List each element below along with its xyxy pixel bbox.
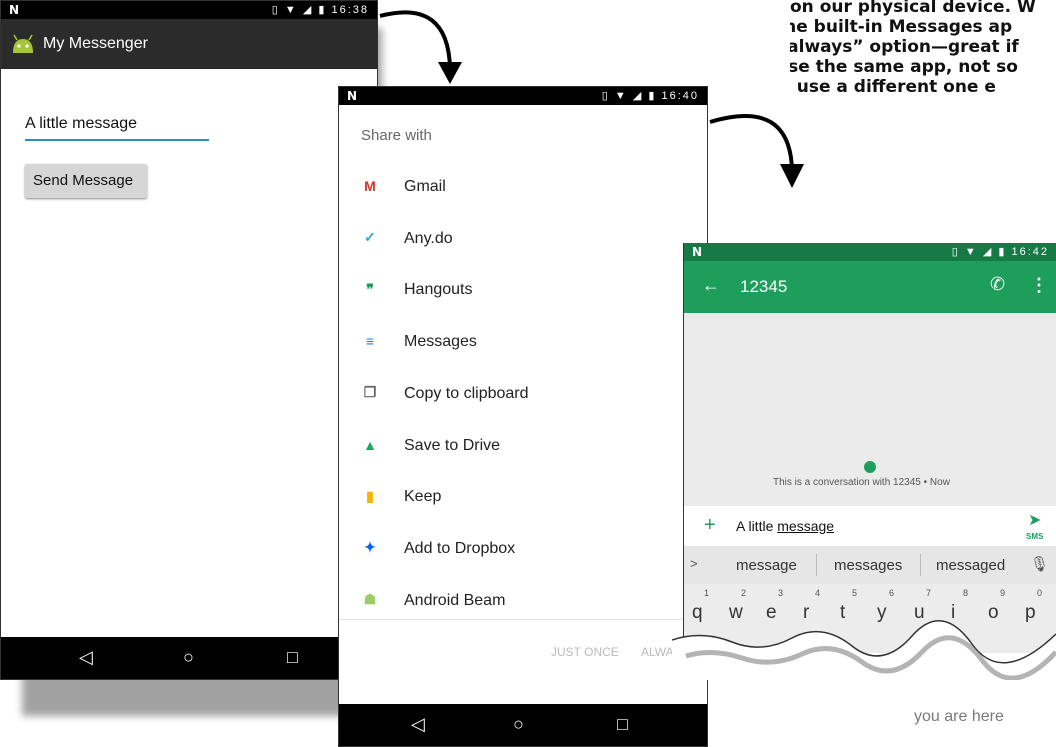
status-bar: N ▯ ▼ ◢ ▮ 16:40	[339, 87, 707, 105]
app-title: My Messenger	[43, 35, 148, 52]
compose-input[interactable]: A little message	[736, 518, 834, 534]
compose-text: A little	[736, 518, 778, 534]
contact-avatar-icon	[864, 461, 876, 473]
status-icons: ▯ ▼ ◢ ▮ 16:38	[271, 4, 369, 16]
annotation-line-3: “always” option—great if	[790, 37, 1019, 57]
status-time: 16:42	[1011, 246, 1049, 258]
share-list: M Gmail ✓ Any.do ❞ Hangouts ≡ Messages ❐ Copy to …	[339, 163, 707, 633]
dropbox-icon: ✦	[364, 539, 376, 556]
app-bar: My Messenger	[1, 19, 377, 69]
share-item-save-to-drive[interactable]: ▲ Save to Drive	[339, 422, 707, 474]
add-attachment-icon[interactable]: +	[704, 514, 716, 537]
compose-underlined-word: message	[777, 518, 835, 534]
status-icons: ▯ ▼ ◢ ▮ 16:42	[951, 246, 1049, 258]
torn-edge	[672, 620, 1056, 680]
share-item-keep[interactable]: ▮ Keep	[339, 473, 707, 525]
conversation-app-bar: ← 12345 ✆ ⋮	[684, 261, 1056, 313]
annotation-line-4: use the same app, not so	[790, 57, 1018, 77]
phone-2-screen: N ▯ ▼ ◢ ▮ 16:40 Share with M Gmail ✓ Any.do…	[338, 86, 708, 747]
annotation-line-1: on our physical device. W	[790, 0, 1036, 17]
share-actions: JUST ONCE ALWAYS	[339, 619, 707, 706]
just-once-button[interactable]: JUST ONCE	[551, 645, 619, 659]
share-item-any-do[interactable]: ✓ Any.do	[339, 215, 707, 267]
share-item-label: Add to Dropbox	[404, 539, 516, 557]
message-input[interactable]: A little message	[25, 113, 209, 141]
compose-bar: + A little message ➤ SMS	[684, 506, 1056, 546]
annotation-text: on our physical device. W the built-in M…	[790, 0, 1056, 97]
anydo-icon: ✓	[364, 229, 376, 246]
status-time: 16:40	[661, 90, 699, 102]
share-item-label: Messages	[404, 333, 477, 351]
phone-call-icon[interactable]: ✆	[990, 274, 1005, 295]
share-item-label: Copy to clipboard	[404, 384, 529, 402]
send-message-button[interactable]: Send Message	[25, 164, 147, 198]
status-icons: ▯ ▼ ◢ ▮ 16:40	[601, 90, 699, 102]
share-item-label: Save to Drive	[404, 436, 501, 454]
status-time: 16:38	[331, 4, 369, 16]
share-item-label: Keep	[404, 488, 442, 506]
share-item-label: Gmail	[404, 178, 446, 195]
clipboard-icon: ❐	[363, 384, 377, 401]
back-icon[interactable]: ◁	[411, 714, 425, 735]
share-item-label: Hangouts	[404, 281, 473, 299]
send-message-label: Send Message	[33, 172, 134, 189]
send-sms-label: SMS	[1026, 532, 1044, 541]
back-icon[interactable]: ◁	[79, 647, 93, 668]
footer-caption: you are here	[914, 708, 1004, 725]
home-icon[interactable]: ○	[513, 714, 524, 735]
nav-bar: ◁ ○ □	[1, 637, 377, 679]
more-options-icon[interactable]: ⋮	[1030, 275, 1048, 296]
message-input-value: A little message	[25, 115, 138, 132]
arrow-2-icon	[709, 114, 804, 188]
recents-icon[interactable]: □	[287, 647, 298, 668]
gmail-icon: M	[364, 178, 376, 194]
annotation-line-2: the built-in Messages ap	[790, 17, 1013, 37]
recents-icon[interactable]: □	[617, 714, 628, 735]
hangouts-icon: ❞	[366, 280, 374, 297]
send-sms-icon[interactable]: ➤	[1028, 510, 1041, 530]
share-item-add-to-dropbox[interactable]: ✦ Add to Dropbox	[339, 525, 707, 577]
status-bar: N ▯ ▼ ◢ ▮ 16:42	[684, 243, 1056, 261]
notification-n-icon: N	[347, 89, 358, 103]
nav-bar: ◁ ○ □	[339, 704, 707, 746]
arrow-1-icon	[379, 10, 462, 84]
home-icon[interactable]: ○	[183, 647, 194, 668]
notification-n-icon: N	[9, 3, 20, 17]
back-arrow-icon[interactable]: ←	[702, 275, 720, 296]
phone-1-screen: N ▯ ▼ ◢ ▮ 16:38 My Messenger A little me…	[0, 0, 378, 680]
messages-icon: ≡	[365, 333, 375, 350]
share-item-label: Any.do	[404, 229, 453, 247]
share-sheet-title: Share with	[361, 127, 432, 144]
suggestions-expand-icon[interactable]: >	[690, 556, 698, 571]
share-item-messages[interactable]: ≡ Messages	[339, 318, 707, 370]
share-item-hangouts[interactable]: ❞ Hangouts	[339, 266, 707, 318]
notification-n-icon: N	[692, 245, 703, 259]
contact-number: 12345	[740, 277, 788, 296]
android-beam-icon: ☗	[363, 591, 377, 608]
share-item-label: Android Beam	[404, 591, 506, 609]
conversation-note: This is a conversation with 12345 • Now	[773, 477, 950, 488]
drive-icon: ▲	[363, 436, 377, 453]
keep-icon: ▮	[366, 487, 374, 504]
android-icon	[13, 34, 33, 53]
share-item-gmail[interactable]: M Gmail	[339, 163, 707, 215]
annotation-line-5: to use a different one e	[790, 77, 996, 97]
share-item-copy-to-clipboard[interactable]: ❐ Copy to clipboard	[339, 370, 707, 422]
status-bar: N ▯ ▼ ◢ ▮ 16:38	[1, 1, 377, 19]
